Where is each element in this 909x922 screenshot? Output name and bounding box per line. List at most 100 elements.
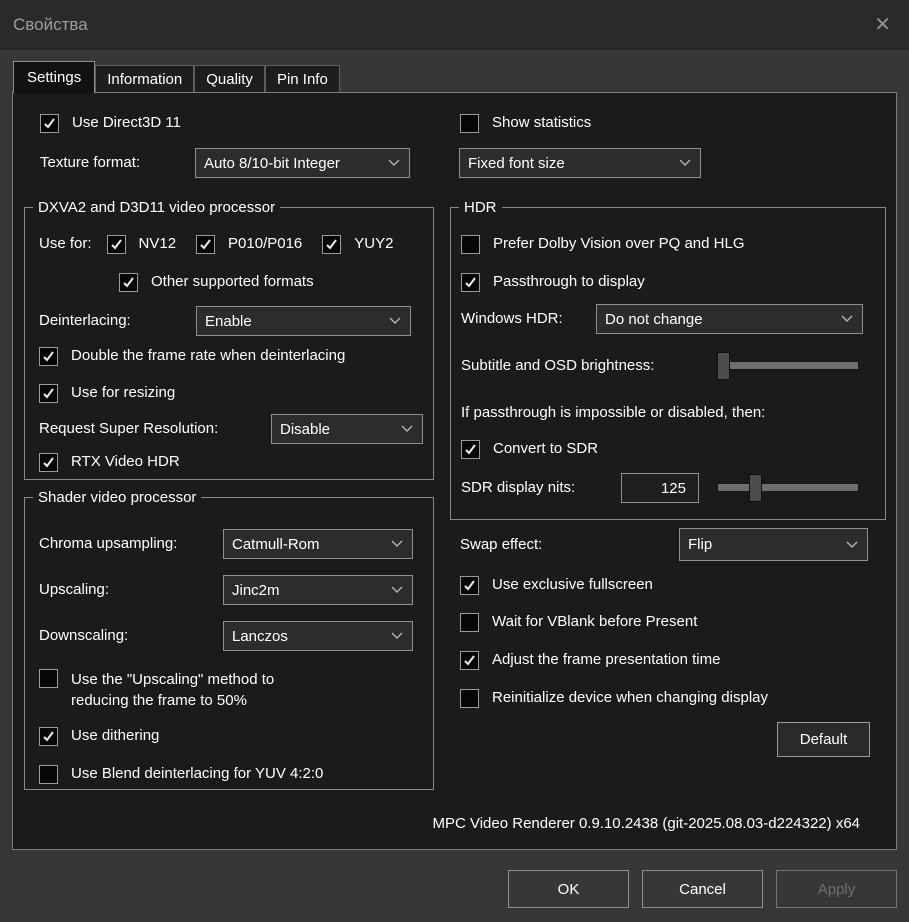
tab-information[interactable]: Information <box>95 65 195 92</box>
yuy2-label: YUY2 <box>354 235 394 252</box>
dropdown-value: Catmull-Rom <box>232 535 320 553</box>
check-icon <box>326 238 338 250</box>
sdr-nits-row: SDR display nits: <box>461 473 873 503</box>
show-statistics-row: Show statistics <box>460 113 886 133</box>
use-resizing-checkbox[interactable] <box>39 383 58 403</box>
passthrough-label: Passthrough to display <box>493 273 645 290</box>
check-icon <box>465 443 476 455</box>
downscaling-row: Downscaling: Lanczos <box>39 621 421 651</box>
tab-pin-info[interactable]: Pin Info <box>264 65 340 92</box>
nv12-label: NV12 <box>138 235 177 252</box>
close-icon[interactable]: ✕ <box>874 15 891 35</box>
apply-button[interactable]: Apply <box>776 870 897 908</box>
font-size-dropdown[interactable]: Fixed font size <box>459 148 701 178</box>
slider-thumb[interactable] <box>717 352 730 380</box>
windows-hdr-dropdown[interactable]: Do not change <box>596 304 863 334</box>
halfres-row: Use the "Upscaling" method to reducing t… <box>39 669 421 711</box>
dolby-vision-label: Prefer Dolby Vision over PQ and HLG <box>493 235 745 252</box>
tab-settings[interactable]: Settings <box>13 61 96 93</box>
downscaling-label: Downscaling: <box>39 627 129 644</box>
dropdown-value: Auto 8/10-bit Integer <box>204 154 340 172</box>
tab-quality[interactable]: Quality <box>194 65 265 92</box>
default-button[interactable]: Default <box>777 722 870 757</box>
use-direct3d11-row: Use Direct3D 11 <box>40 113 434 133</box>
slider-thumb[interactable] <box>749 474 762 502</box>
frame-time-label: Adjust the frame presentation time <box>492 651 721 668</box>
deinterlacing-label: Deinterlacing: <box>39 312 131 329</box>
rtx-video-hdr-label: RTX Video HDR <box>71 453 180 470</box>
dialog-button-row: OK Cancel Apply <box>0 850 909 908</box>
blend-deinterlacing-checkbox[interactable] <box>39 764 58 784</box>
hdr-group: HDR Prefer Dolby Vision over PQ and HLG … <box>450 198 886 520</box>
vblank-checkbox[interactable] <box>460 612 479 632</box>
osd-brightness-slider[interactable] <box>717 351 859 381</box>
upscaling-dropdown[interactable]: Jinc2m <box>223 575 413 605</box>
use-resizing-row: Use for resizing <box>39 383 421 403</box>
other-formats-row: Other supported formats <box>119 272 421 292</box>
sdr-nits-slider[interactable] <box>717 473 859 503</box>
frame-time-row: Adjust the frame presentation time <box>460 650 886 670</box>
super-resolution-dropdown[interactable]: Disable <box>271 414 423 444</box>
texture-format-dropdown[interactable]: Auto 8/10-bit Integer <box>195 148 410 178</box>
chroma-upsampling-row: Chroma upsampling: Catmull-Rom <box>39 529 421 559</box>
dolby-vision-checkbox[interactable] <box>461 234 480 254</box>
sdr-nits-input[interactable] <box>621 473 699 503</box>
rtx-video-hdr-row: RTX Video HDR <box>39 452 421 472</box>
chroma-upsampling-dropdown[interactable]: Catmull-Rom <box>223 529 413 559</box>
other-formats-checkbox[interactable] <box>119 272 138 292</box>
tab-bar: Settings Information Quality Pin Info <box>0 50 909 93</box>
use-direct3d11-label: Use Direct3D 11 <box>72 114 181 131</box>
swap-effect-row: Swap effect: Flip <box>460 528 886 561</box>
check-icon <box>43 730 54 742</box>
nv12-checkbox[interactable] <box>106 234 126 254</box>
double-rate-row: Double the frame rate when deinterlacing <box>39 346 421 366</box>
chevron-down-icon <box>846 541 858 549</box>
use-direct3d11-checkbox[interactable] <box>40 113 59 133</box>
passthrough-row: Passthrough to display <box>461 272 873 292</box>
dolby-vision-row: Prefer Dolby Vision over PQ and HLG <box>461 234 873 254</box>
dxva2-group: DXVA2 and D3D11 video processor Use for:… <box>24 198 434 480</box>
chroma-upsampling-label: Chroma upsampling: <box>39 535 178 552</box>
check-icon <box>43 387 54 399</box>
slider-track[interactable] <box>717 483 859 492</box>
vblank-row: Wait for VBlank before Present <box>460 612 886 632</box>
dropdown-value: Fixed font size <box>468 154 565 172</box>
convert-sdr-checkbox[interactable] <box>461 439 480 459</box>
window-title: Свойства <box>13 15 88 34</box>
show-statistics-checkbox[interactable] <box>460 113 479 133</box>
dropdown-value: Flip <box>688 536 713 553</box>
p010-checkbox[interactable] <box>196 234 216 254</box>
use-for-label: Use for: <box>39 235 92 252</box>
settings-page: Use Direct3D 11 Texture format: Auto 8/1… <box>12 92 897 850</box>
dxva2-group-title: DXVA2 and D3D11 video processor <box>33 198 281 218</box>
renderer-version-text: MPC Video Renderer 0.9.10.2438 (git-2025… <box>432 815 860 832</box>
dithering-checkbox[interactable] <box>39 726 58 746</box>
check-icon <box>110 238 122 250</box>
yuy2-checkbox[interactable] <box>322 234 342 254</box>
slider-track[interactable] <box>717 361 859 370</box>
dropdown-value: Do not change <box>605 310 703 328</box>
swap-effect-dropdown[interactable]: Flip <box>679 528 868 561</box>
deinterlacing-row: Deinterlacing: Enable <box>39 306 421 336</box>
exclusive-fullscreen-label: Use exclusive fullscreen <box>492 576 653 593</box>
exclusive-fullscreen-checkbox[interactable] <box>460 575 479 595</box>
downscaling-dropdown[interactable]: Lanczos <box>223 621 413 651</box>
chevron-down-icon <box>679 159 691 167</box>
rtx-video-hdr-checkbox[interactable] <box>39 452 58 472</box>
use-for-row: Use for: NV12 P010/P016 YUY2 <box>39 234 421 254</box>
cancel-button[interactable]: Cancel <box>642 870 763 908</box>
ok-button[interactable]: OK <box>508 870 629 908</box>
check-icon <box>200 238 211 250</box>
texture-format-label: Texture format: <box>40 154 141 171</box>
sdr-nits-label: SDR display nits: <box>461 479 576 496</box>
passthrough-checkbox[interactable] <box>461 272 480 292</box>
super-resolution-row: Request Super Resolution: Disable <box>39 414 423 444</box>
blend-deinterlacing-row: Use Blend deinterlacing for YUV 4:2:0 <box>39 764 421 784</box>
double-rate-checkbox[interactable] <box>39 346 58 366</box>
shader-group-title: Shader video processor <box>33 488 202 508</box>
frame-time-checkbox[interactable] <box>460 650 479 670</box>
double-rate-label: Double the frame rate when deinterlacing <box>71 347 346 364</box>
halfres-checkbox[interactable] <box>39 669 58 688</box>
deinterlacing-dropdown[interactable]: Enable <box>196 306 411 336</box>
reinit-device-checkbox[interactable] <box>460 688 479 708</box>
